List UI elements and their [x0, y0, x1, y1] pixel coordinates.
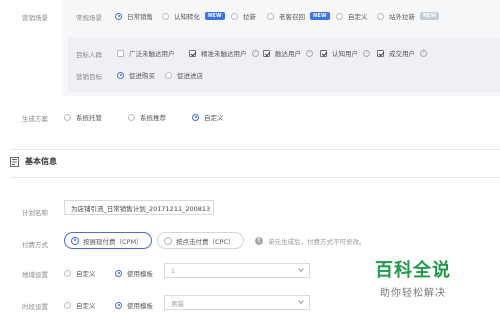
plan-option-custom[interactable]: 自定义 — [192, 112, 224, 122]
target-group-converted[interactable]: 成交用户 ? — [377, 48, 427, 58]
radio-icon[interactable] — [192, 113, 199, 121]
checkbox-icon[interactable] — [263, 49, 270, 57]
region-template-select[interactable]: 1 — [164, 263, 310, 278]
region-option-template[interactable]: 使用模板 — [115, 268, 153, 278]
goal-option-purchase[interactable]: 促进购买 — [117, 70, 155, 80]
radio-icon[interactable] — [115, 12, 122, 20]
scene-option-offsite[interactable]: 站外拉新 NEW — [377, 11, 440, 21]
new-badge: NEW — [420, 12, 440, 20]
target-group-wide-unreached[interactable]: 广泛未触达用户 — [117, 48, 175, 58]
radio-icon[interactable] — [71, 236, 79, 245]
new-badge: NEW — [205, 12, 225, 20]
radio-icon[interactable] — [336, 12, 343, 20]
time-settings-label: 时段设置 — [22, 303, 48, 311]
basic-info-header: 基本信息 — [10, 156, 57, 167]
billing-method-label: 付费方式 — [22, 241, 48, 249]
time-option-custom[interactable]: 自定义 — [64, 300, 96, 310]
help-icon[interactable]: ? — [306, 49, 313, 57]
radio-icon[interactable] — [64, 301, 71, 309]
checkbox-icon[interactable] — [377, 49, 384, 57]
watermark-title: 百科全说 — [375, 260, 451, 281]
scene-option-new-customers[interactable]: 拉新 — [231, 11, 256, 21]
radio-icon[interactable] — [64, 113, 71, 121]
time-option-template[interactable]: 使用模板 — [115, 300, 153, 310]
help-icon[interactable]: ? — [420, 49, 427, 57]
radio-icon[interactable] — [165, 71, 172, 79]
billing-option-cpm[interactable]: 按展现付费（CPM） — [64, 232, 152, 249]
radio-icon[interactable] — [164, 236, 172, 245]
plan-option-system-managed[interactable]: 系统托管 — [64, 112, 102, 122]
checkbox-icon[interactable] — [320, 49, 327, 57]
checkbox-icon[interactable] — [117, 49, 124, 57]
help-icon[interactable]: ? — [363, 49, 370, 57]
target-group-cognition[interactable]: 认知用户 ? — [320, 48, 370, 58]
marketing-goal-label: 营销目标 — [76, 73, 102, 81]
radio-icon[interactable] — [231, 12, 238, 20]
radio-icon[interactable] — [128, 113, 135, 121]
target-group-label: 目标人群 — [76, 51, 102, 59]
new-badge: NEW — [310, 12, 330, 20]
section-divider — [10, 177, 500, 178]
plan-option-system-recommended[interactable]: 系统推荐 — [128, 112, 166, 122]
section-divider — [10, 149, 500, 150]
watermark-subtitle: 助你轻松解决 — [380, 288, 446, 299]
checkbox-icon[interactable] — [189, 49, 196, 57]
radio-icon[interactable] — [64, 269, 71, 277]
target-settings-box — [68, 38, 500, 92]
radio-icon[interactable] — [267, 12, 274, 20]
region-option-custom[interactable]: 自定义 — [64, 268, 96, 278]
document-icon — [10, 156, 19, 167]
plan-name-label: 计划名称 — [22, 209, 48, 217]
target-group-precise-unreached[interactable]: 精准未触达用户 ? — [189, 48, 259, 58]
target-group-reached[interactable]: 触达用户 ? — [263, 48, 313, 58]
region-settings-label: 地域设置 — [22, 271, 48, 279]
chevron-down-icon — [298, 298, 304, 304]
scene-option-old-customer-recall[interactable]: 老客召回 NEW — [267, 11, 330, 21]
plan-name-input[interactable]: 为店铺引流_日常销售计划_20171211_200813 — [64, 200, 214, 215]
radio-icon[interactable] — [115, 269, 122, 277]
basic-info-title: 基本信息 — [25, 157, 57, 166]
marketing-scene-section-label: 营销场景 — [22, 14, 48, 22]
radio-icon[interactable] — [377, 12, 384, 20]
scene-option-custom[interactable]: 自定义 — [336, 11, 368, 21]
billing-hint: ! 单元生成后，付费方式不可修改。 — [255, 236, 366, 246]
scene-option-cognition[interactable]: 认知转化 NEW — [162, 11, 225, 21]
chevron-down-icon — [298, 266, 304, 272]
time-template-select[interactable]: 男装 — [164, 295, 310, 310]
help-icon[interactable]: ? — [251, 49, 259, 57]
radio-icon[interactable] — [162, 12, 169, 20]
goal-option-store-visit[interactable]: 促进进店 — [165, 70, 203, 80]
billing-option-cpc[interactable]: 按点击付费（CPC） — [157, 232, 244, 249]
scene-option-daily-sales[interactable]: 日常销售 — [115, 11, 153, 21]
plan-generation-label: 生成方案 — [22, 115, 48, 123]
regular-scene-label: 常规场景 — [76, 14, 102, 22]
radio-icon[interactable] — [117, 71, 124, 79]
watermark: 百科全说 助你轻松解决 — [338, 256, 488, 299]
radio-icon[interactable] — [115, 301, 122, 309]
info-icon: ! — [255, 237, 263, 245]
